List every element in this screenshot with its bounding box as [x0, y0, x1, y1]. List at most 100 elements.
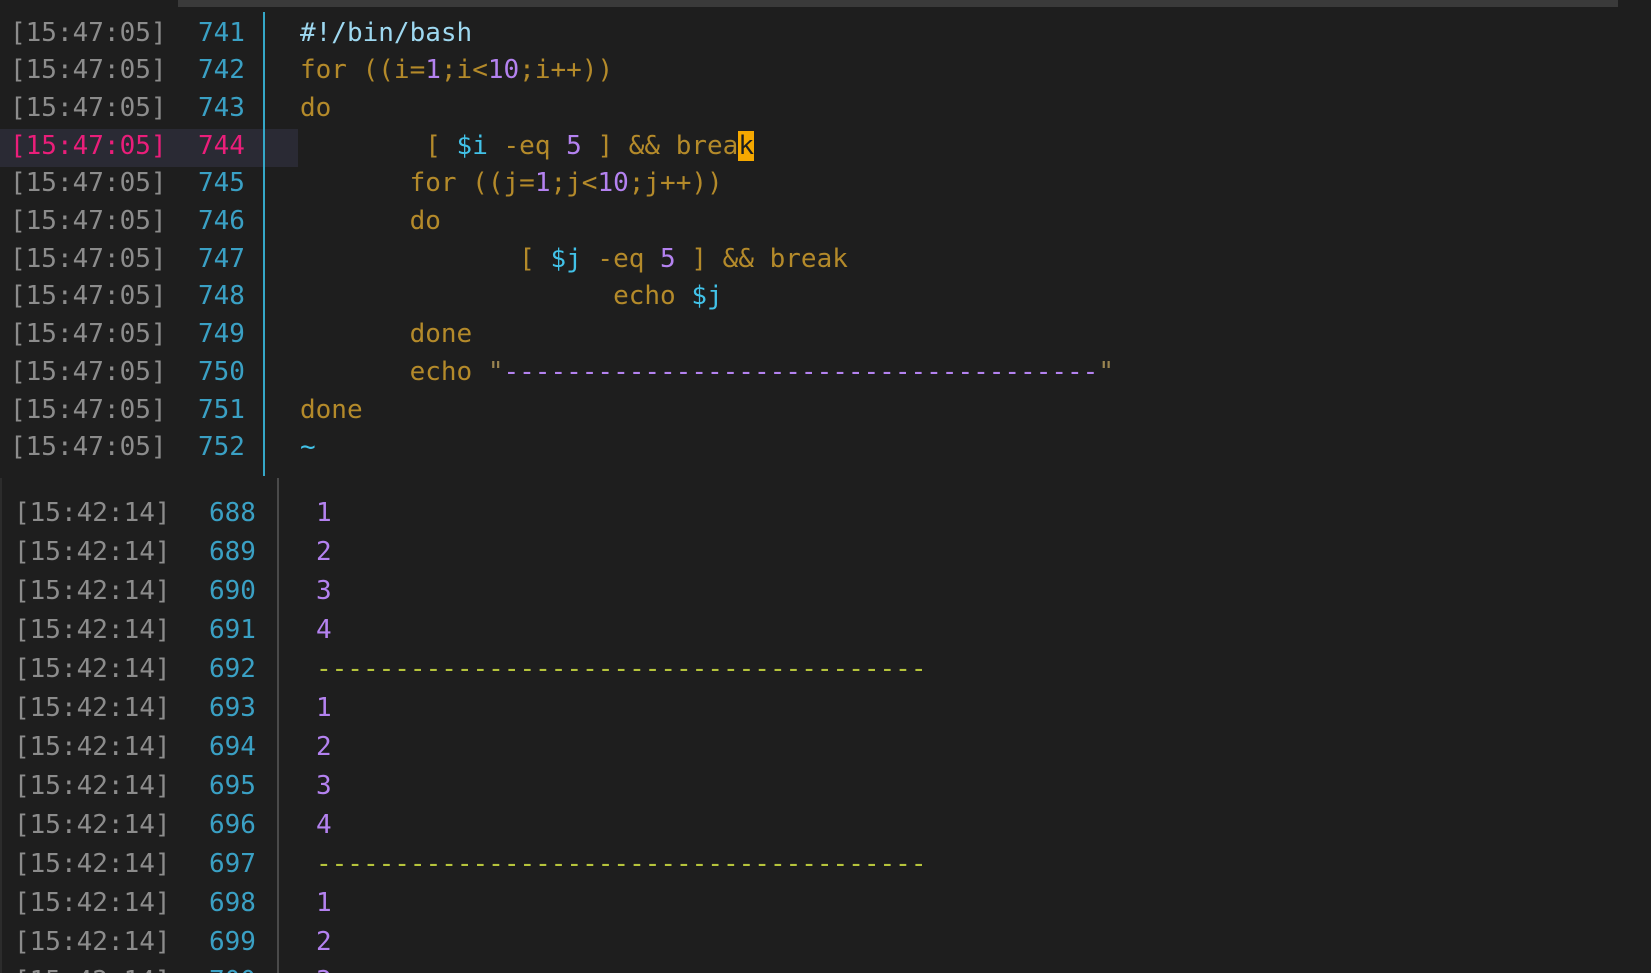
code-token: for ((j=	[300, 168, 535, 199]
output-line: [15:42:14] 697 ---------------------------…	[2, 845, 1651, 884]
editor-line[interactable]: [15:47:05] 749 done	[0, 316, 1651, 354]
line-timestamp: [15:47:05]	[10, 432, 167, 463]
code-text[interactable]: done	[300, 392, 363, 430]
line-timestamp: [15:42:14]	[14, 693, 171, 723]
output-text: 3	[316, 962, 332, 973]
line-number: 699	[209, 927, 256, 957]
output-line: [15:42:14] 689 2	[2, 533, 1651, 572]
code-token: -eq	[487, 130, 567, 161]
line-timestamp: [15:42:14]	[14, 927, 171, 957]
output-line: [15:42:14] 699 2	[2, 923, 1651, 962]
editor-line[interactable]: [15:47:05] 750 echo "--------------------…	[0, 354, 1651, 392]
output-text: 1	[316, 888, 332, 918]
line-timestamp: [15:42:14]	[14, 654, 171, 684]
output-line: [15:42:14] 696 4	[2, 806, 1651, 845]
code-text[interactable]: do	[300, 90, 331, 128]
line-timestamp: [15:47:05]	[10, 394, 167, 425]
line-timestamp: [15:47:05]	[10, 356, 167, 387]
line-number: 745	[198, 168, 245, 199]
code-text[interactable]: echo "----------------------------------…	[300, 354, 1114, 392]
editor-line[interactable]: [15:47:05] 743 do	[0, 90, 1651, 128]
line-timestamp: [15:42:14]	[14, 576, 171, 606]
code-token: for ((i=	[300, 55, 426, 86]
editor-line[interactable]: [15:47:05] 752 ~	[0, 429, 1651, 467]
editor-pane[interactable]: [15:47:05] 741 #!/bin/bash [15:47:05] 742 for…	[0, 0, 1651, 476]
editor-line[interactable]: [15:47:05] 742 for ((i=1;i<10;i++))	[0, 52, 1651, 90]
code-token: --------------------------------------	[503, 356, 1099, 387]
editor-line[interactable]: [15:47:05] 751 done	[0, 392, 1651, 430]
code-token: #!/bin/bash	[300, 17, 473, 48]
line-timestamp: [15:42:14]	[14, 732, 171, 762]
code-token: ;i++))	[519, 55, 614, 86]
code-text[interactable]: echo $j	[300, 278, 723, 316]
line-timestamp: [15:47:05]	[10, 319, 167, 350]
code-token: ;j++))	[628, 168, 723, 199]
output-line: [15:42:14] 691 4	[2, 611, 1651, 650]
line-timestamp: [15:47:05]	[10, 17, 167, 48]
editor-line[interactable]: [15:47:05] 748 echo $j	[0, 278, 1651, 316]
output-text: 3	[316, 771, 332, 801]
line-number: 690	[209, 576, 256, 606]
line-timestamp: [15:47:05]	[10, 206, 167, 236]
code-text[interactable]: for ((j=1;j<10;j++))	[300, 165, 723, 203]
code-token: done	[300, 394, 363, 425]
editor-line[interactable]: [15:47:05] 741 #!/bin/bash	[0, 15, 1651, 53]
code-text[interactable]: ~	[300, 429, 316, 467]
line-number: 692	[209, 654, 256, 684]
editor-line[interactable]: [15:47:05] 745 for ((j=1;j<10;j++))	[0, 165, 1651, 203]
output-text: 4	[316, 615, 332, 645]
code-text[interactable]: [ $j -eq 5 ] && break	[300, 241, 848, 279]
code-token: $j	[550, 243, 582, 274]
line-timestamp: [15:42:14]	[14, 810, 171, 840]
line-number: 751	[198, 394, 245, 425]
output-line: [15:42:14] 695 3	[2, 767, 1651, 806]
code-token: done	[300, 319, 473, 350]
line-number: 752	[198, 432, 245, 463]
output-text: 2	[316, 927, 332, 957]
code-text[interactable]: done	[300, 316, 473, 354]
output-text: ---------------------------------------	[316, 849, 927, 879]
line-number: 750	[198, 356, 245, 387]
code-token: $j	[691, 281, 723, 312]
code-token: "	[487, 356, 504, 387]
code-token: 1	[534, 168, 551, 199]
code-token: echo	[300, 281, 692, 312]
editor-line[interactable]: [15:47:05] 744 [ $i -eq 5 ] && break	[0, 128, 1651, 166]
line-number: 688	[209, 498, 256, 528]
line-number: 741	[198, 17, 245, 48]
line-number: 743	[198, 92, 245, 123]
line-number: 694	[209, 732, 256, 762]
output-pane[interactable]: [15:42:14] 688 1 [15:42:14] 689 2 [15:42:14] 69…	[0, 478, 1651, 973]
code-token: ] && brea	[581, 130, 739, 161]
line-number: 693	[209, 693, 256, 723]
code-token: do	[300, 206, 441, 236]
line-number: 697	[209, 849, 256, 879]
line-number: 749	[198, 319, 245, 350]
code-token: echo	[300, 356, 488, 387]
code-text[interactable]: [ $i -eq 5 ] && break	[300, 128, 754, 166]
line-timestamp: [15:42:14]	[14, 962, 171, 973]
line-number: 744	[198, 130, 245, 161]
line-number: 748	[198, 281, 245, 312]
code-token: -eq	[581, 243, 661, 274]
code-text[interactable]: for ((i=1;i<10;i++))	[300, 52, 613, 90]
line-timestamp: [15:47:05]	[10, 281, 167, 312]
code-text[interactable]: #!/bin/bash	[300, 15, 472, 53]
output-line: [15:42:14] 688 1	[2, 494, 1651, 533]
editor-line[interactable]: [15:47:05] 746 do	[0, 203, 1651, 241]
output-line: [15:42:14] 690 3	[2, 572, 1651, 611]
line-timestamp: [15:42:14]	[14, 771, 171, 801]
line-number: 696	[209, 810, 256, 840]
code-token: [	[300, 130, 457, 161]
line-number: 700	[209, 962, 256, 973]
output-line: [15:42:14] 698 1	[2, 884, 1651, 923]
code-text[interactable]: do	[300, 203, 441, 241]
line-number: 746	[198, 206, 245, 236]
line-number: 742	[198, 55, 245, 86]
code-token: ;j<	[550, 168, 598, 199]
output-text: 1	[316, 498, 332, 528]
editor-line[interactable]: [15:47:05] 747 [ $j -eq 5 ] && break	[0, 241, 1651, 279]
line-timestamp: [15:47:05]	[10, 130, 167, 161]
code-token: ;i<	[440, 55, 488, 86]
text-cursor: k	[738, 130, 754, 161]
